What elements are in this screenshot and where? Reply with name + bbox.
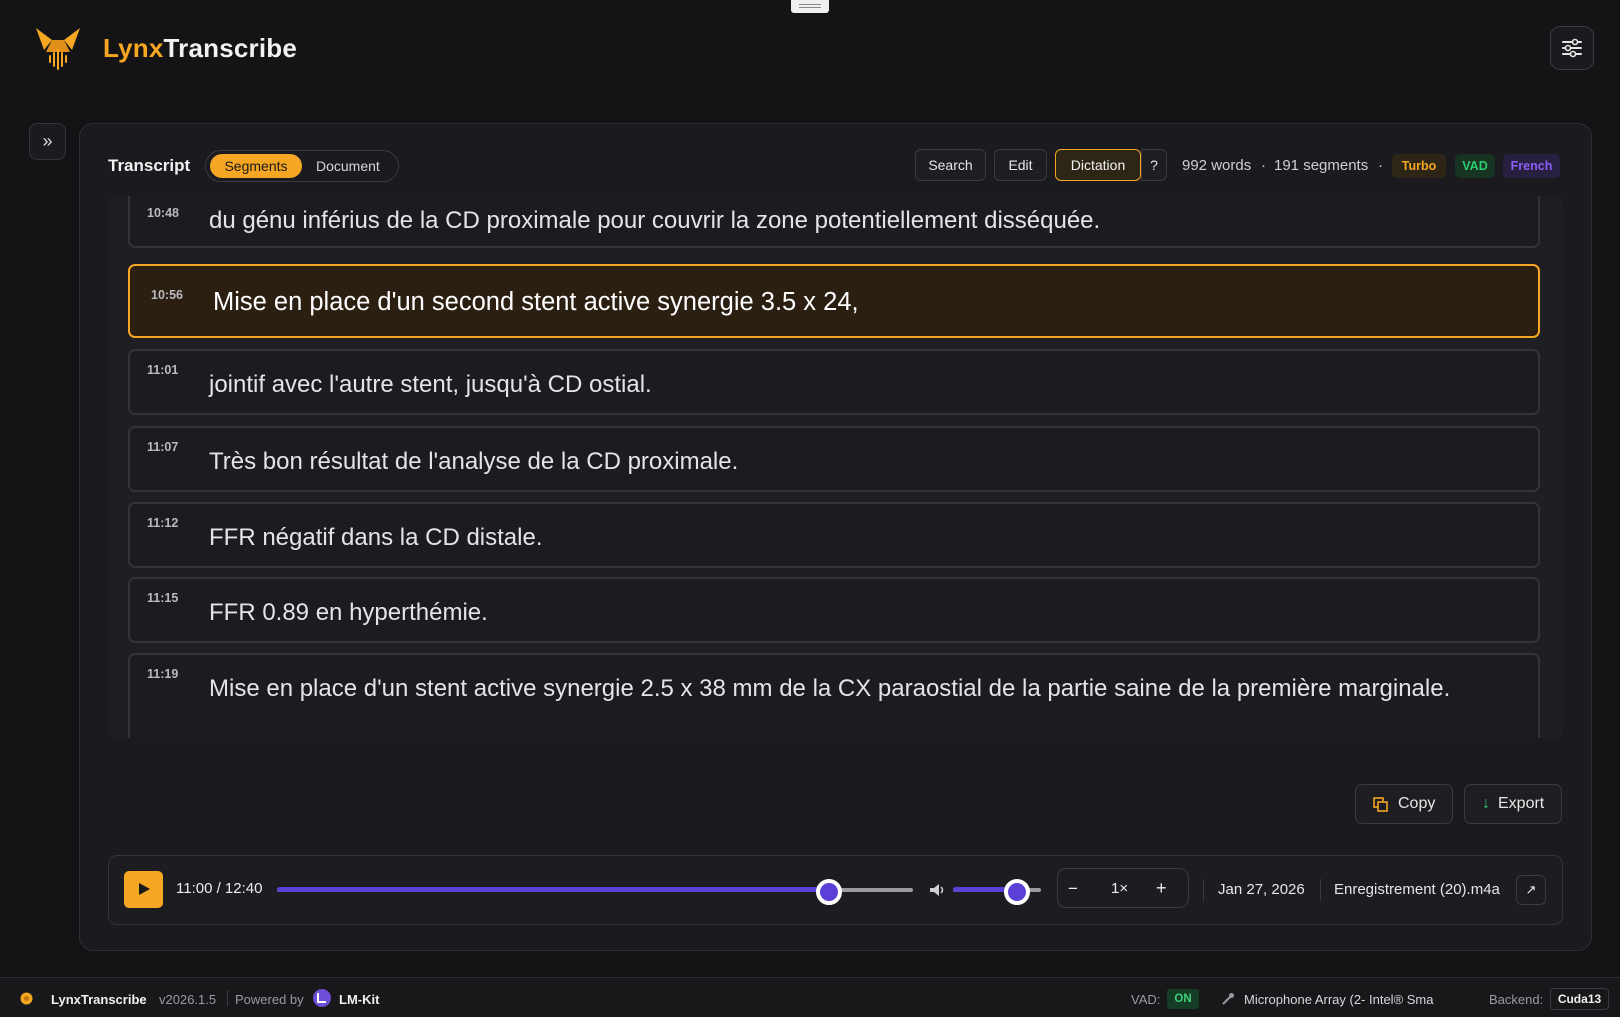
backend-label: Backend: [1489, 992, 1544, 1007]
open-file-button[interactable]: ↗ [1516, 875, 1546, 905]
segment-timestamp: 11:07 [147, 440, 179, 454]
copy-label: Copy [1398, 795, 1436, 812]
recording-filename: Enregistrement (20).m4a [1334, 881, 1500, 898]
sidebar-expand-button[interactable]: » [29, 123, 66, 160]
export-label: Export [1498, 795, 1545, 812]
search-button[interactable]: Search [915, 149, 986, 181]
segment-list[interactable]: 10:48 du génu inférius de la CD proximal… [108, 196, 1563, 738]
segment-item[interactable]: 10:48 du génu inférius de la CD proximal… [128, 196, 1540, 248]
settings-sliders-icon [1562, 38, 1582, 58]
external-link-icon: ↗ [1525, 882, 1537, 897]
speed-decrease-button[interactable]: − [1068, 879, 1078, 899]
divider [1320, 879, 1321, 901]
edit-button[interactable]: Edit [994, 149, 1047, 181]
tab-segments[interactable]: Segments [210, 154, 302, 178]
dictation-help-button[interactable]: ? [1141, 149, 1167, 181]
divider [227, 990, 228, 1006]
play-button[interactable] [124, 871, 163, 908]
language-badge: French [1503, 154, 1560, 178]
segment-item[interactable]: 11:12 FFR négatif dans la CD distale. [128, 502, 1540, 568]
progress-fill [277, 887, 829, 892]
segment-text: jointif avec l'autre stent, jusqu'à CD o… [209, 371, 652, 398]
window-drag-handle[interactable] [791, 0, 829, 13]
segment-timestamp: 11:01 [147, 363, 179, 377]
segment-text: FFR 0.89 en hyperthémie. [209, 599, 488, 626]
segment-item[interactable]: 11:01 jointif avec l'autre stent, jusqu'… [128, 349, 1540, 415]
word-count: 992 words [1182, 157, 1252, 174]
powered-by-label: Powered by [235, 992, 304, 1007]
vad-badge: VAD [1455, 154, 1495, 178]
microphone-icon [1222, 993, 1234, 1005]
export-button[interactable]: ↓ Export [1464, 784, 1562, 824]
volume-knob[interactable] [1004, 879, 1030, 905]
segment-timestamp: 10:48 [147, 206, 179, 220]
volume-icon[interactable] [929, 883, 947, 897]
segment-text: Mise en place d'un stent active synergie… [209, 675, 1451, 702]
segment-count: 191 segments [1274, 157, 1369, 174]
powered-by-name: LM-Kit [339, 992, 380, 1007]
stats-separator: · [1378, 157, 1383, 174]
dictation-button[interactable]: Dictation [1055, 149, 1141, 181]
microphone-device[interactable]: Microphone Array (2- Intel® Sma [1244, 992, 1433, 1007]
settings-button[interactable] [1550, 26, 1594, 70]
turbo-badge: Turbo [1392, 154, 1446, 178]
segment-item[interactable]: 11:07 Très bon résultat de l'analyse de … [128, 426, 1540, 492]
segment-timestamp: 11:12 [147, 516, 179, 530]
playback-time: 11:00 / 12:40 [176, 880, 263, 897]
expand-chevrons-icon: » [42, 131, 53, 151]
segment-timestamp: 11:15 [147, 591, 179, 605]
segment-text: FFR négatif dans la CD distale. [209, 524, 543, 551]
speed-increase-button[interactable]: + [1156, 878, 1167, 899]
stats-separator: · [1261, 157, 1266, 174]
download-icon: ↓ [1482, 795, 1490, 812]
playback-speed-value: 1× [1111, 880, 1129, 897]
status-app-name: LynxTranscribe [51, 992, 147, 1007]
lm-kit-logo-icon [313, 989, 331, 1007]
divider [1203, 879, 1204, 901]
progress-knob[interactable] [816, 879, 842, 905]
vad-status-badge: ON [1167, 989, 1199, 1009]
tab-document[interactable]: Document [316, 154, 380, 178]
segment-item[interactable]: 11:15 FFR 0.89 en hyperthémie. [128, 577, 1540, 643]
app-title: LynxTranscribe [103, 33, 298, 63]
segment-item-active[interactable]: 10:56 Mise en place d'un second stent ac… [128, 264, 1540, 338]
copy-icon [1373, 797, 1388, 812]
segment-timestamp: 11:19 [147, 667, 179, 681]
transcript-title: Transcript [108, 156, 191, 175]
view-mode-toggle: Segments Document [205, 150, 399, 182]
lynx-logo-icon [36, 28, 80, 70]
status-version: v2026.1.5 [159, 992, 217, 1007]
backend-badge: Cuda13 [1550, 988, 1609, 1010]
segment-text: du génu inférius de la CD proximale pour… [209, 207, 1101, 234]
segment-text: Très bon résultat de l'analyse de la CD … [209, 448, 739, 475]
recording-date: Jan 27, 2026 [1218, 881, 1305, 898]
copy-button[interactable]: Copy [1355, 784, 1453, 824]
vad-label: VAD: [1131, 992, 1161, 1007]
segment-timestamp: 10:56 [151, 288, 183, 302]
segment-item[interactable]: 11:19 Mise en place d'un stent active sy… [128, 653, 1540, 738]
lynx-logo-icon [20, 992, 33, 1005]
segment-text: Mise en place d'un second stent active s… [213, 288, 859, 316]
